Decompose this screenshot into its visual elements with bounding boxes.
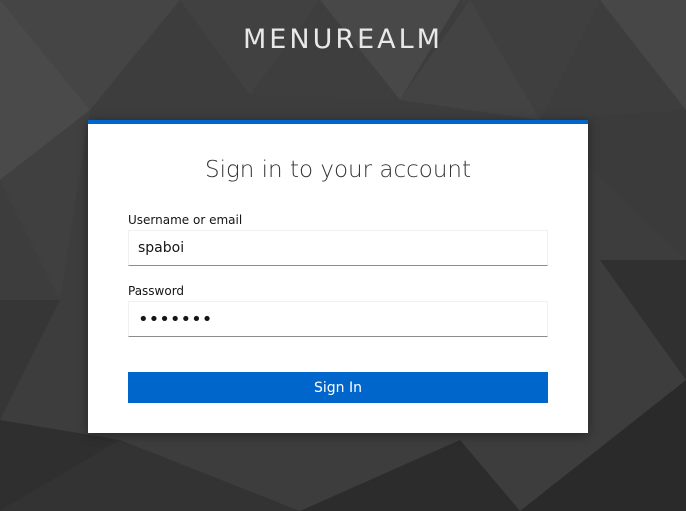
username-label: Username or email xyxy=(128,213,243,227)
sign-in-button[interactable]: Sign In xyxy=(128,372,548,403)
login-card: Sign in to your account Username or emai… xyxy=(88,120,588,433)
username-input[interactable] xyxy=(128,230,548,266)
password-label: Password xyxy=(128,284,185,298)
realm-title: MENUREALM xyxy=(243,24,443,55)
password-input[interactable] xyxy=(128,301,548,337)
login-title: Sign in to your account xyxy=(204,157,472,183)
